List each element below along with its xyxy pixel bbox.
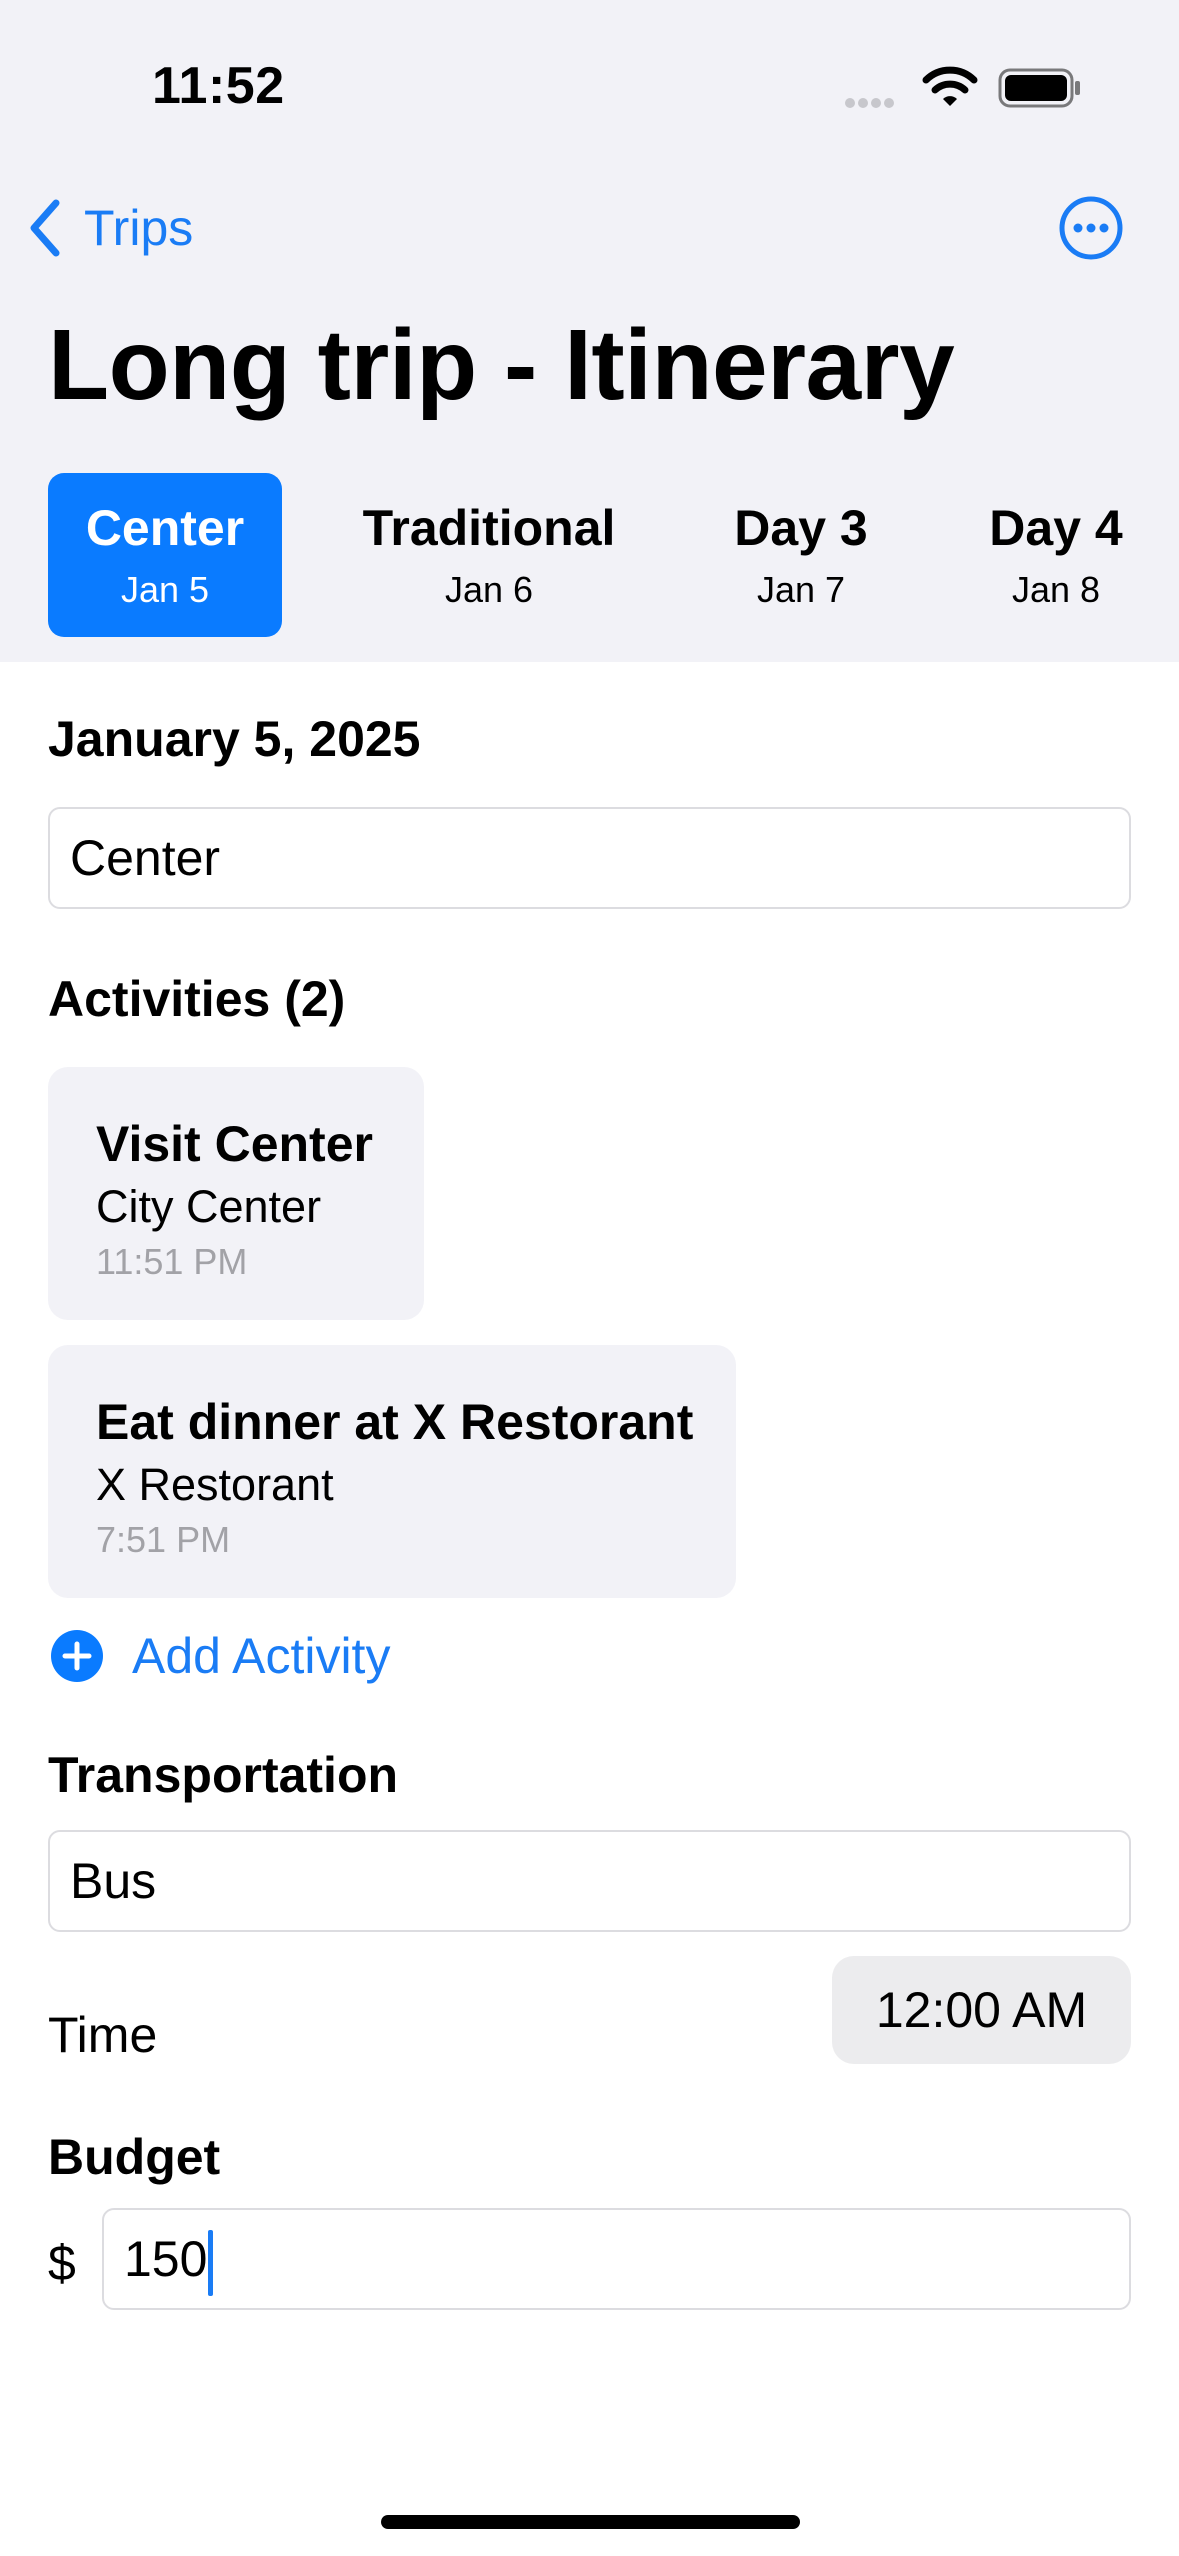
- tab-name: Center: [85, 500, 245, 556]
- activity-place: X Restorant: [96, 1459, 334, 1510]
- activity-title: Eat dinner at X Restorant: [96, 1394, 694, 1450]
- add-activity-label: Add Activity: [132, 1628, 391, 1684]
- tab-date: Jan 5: [120, 569, 210, 610]
- day-name-field[interactable]: Center: [48, 807, 1131, 909]
- day-tabs: Center Jan 5 Traditional Jan 6 Day 3 Jan…: [0, 473, 1179, 637]
- time-label: Time: [48, 2007, 158, 2063]
- time-picker[interactable]: 12:00 AM: [832, 1956, 1131, 2064]
- page-title: Long trip - Itinerary: [48, 309, 955, 421]
- plus-circle-icon: [51, 1630, 103, 1682]
- activity-title: Visit Center: [96, 1116, 373, 1172]
- budget-field[interactable]: 150: [102, 2208, 1131, 2310]
- tab-name: Traditional: [362, 500, 616, 556]
- status-time: 11:52: [152, 57, 285, 115]
- ellipsis-circle-icon[interactable]: [1058, 195, 1124, 261]
- activities-heading: Activities (2): [48, 971, 346, 1027]
- home-indicator[interactable]: [381, 2515, 800, 2529]
- tab-day-3[interactable]: Day 3 Jan 7: [705, 473, 897, 637]
- budget-heading: Budget: [48, 2129, 221, 2185]
- tab-day-4[interactable]: Day 4 Jan 8: [966, 473, 1146, 637]
- tab-name: Day 4: [989, 500, 1123, 556]
- tab-day-1[interactable]: Center Jan 5: [48, 473, 282, 637]
- wifi-icon: [922, 66, 978, 106]
- tab-day-2[interactable]: Traditional Jan 6: [350, 473, 628, 637]
- transportation-heading: Transportation: [48, 1747, 399, 1803]
- activity-time: 7:51 PM: [96, 1519, 231, 1560]
- activity-card[interactable]: Visit Center City Center 11:51 PM: [48, 1067, 424, 1320]
- battery-icon: [998, 68, 1080, 108]
- back-button[interactable]: Trips: [26, 196, 193, 260]
- text-caret: [208, 2229, 214, 2296]
- tab-date: Jan 7: [756, 569, 846, 610]
- add-activity-button[interactable]: Add Activity: [50, 1623, 390, 1689]
- tab-date: Jan 8: [1011, 569, 1101, 610]
- transportation-field[interactable]: Bus: [48, 1830, 1131, 1932]
- currency-symbol: $: [48, 2235, 76, 2291]
- tab-name: Day 3: [734, 500, 868, 556]
- cellular-signal-icon: [845, 95, 905, 108]
- back-label: Trips: [84, 200, 194, 256]
- activity-time: 11:51 PM: [96, 1241, 248, 1282]
- budget-value: 150: [124, 2231, 208, 2287]
- activity-card[interactable]: Eat dinner at X Restorant X Restorant 7:…: [48, 1345, 736, 1598]
- activity-place: City Center: [96, 1181, 322, 1232]
- tab-date: Jan 6: [444, 569, 534, 610]
- date-heading: January 5, 2025: [48, 711, 421, 767]
- chevron-left-icon: [30, 199, 60, 257]
